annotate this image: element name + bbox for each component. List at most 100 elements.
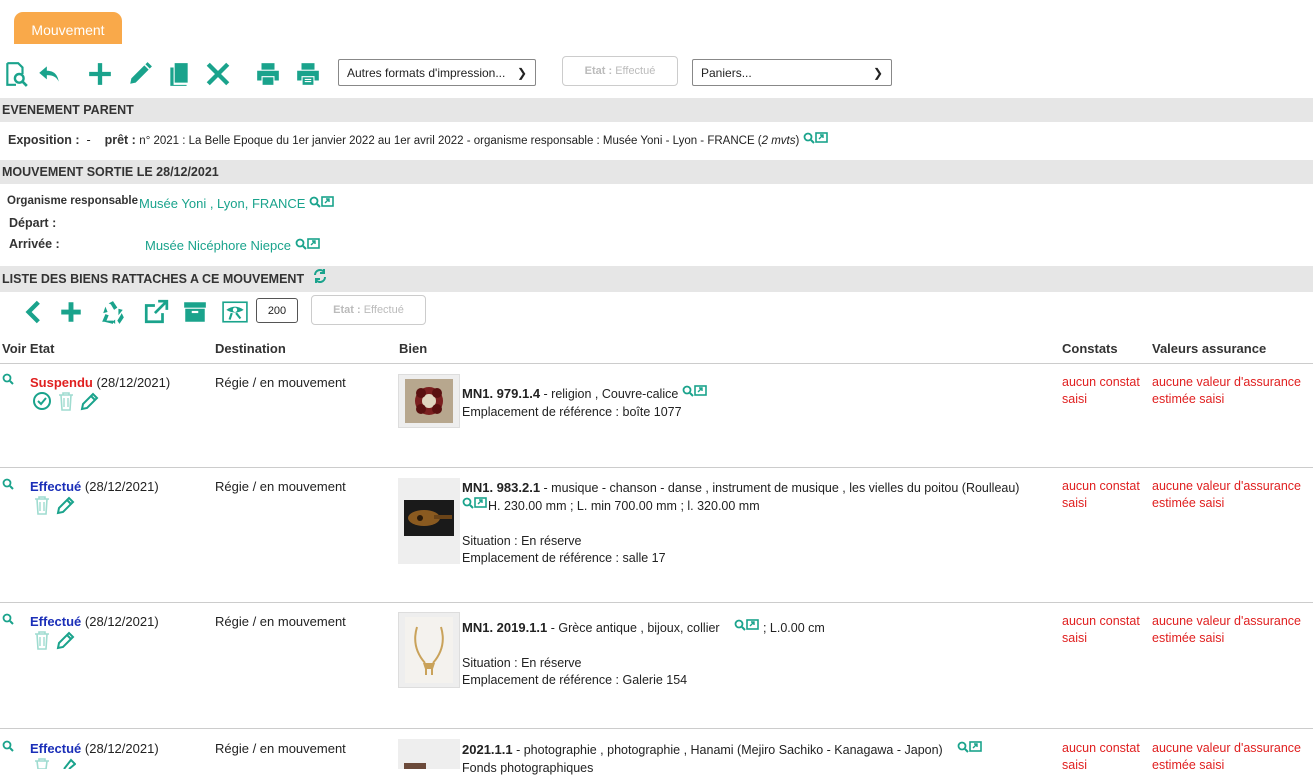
col-voir-etat: Voir Etat bbox=[2, 341, 55, 356]
search-open-icon[interactable] bbox=[295, 238, 321, 255]
depart-label: Départ : bbox=[9, 216, 57, 230]
pret-label: prêt : bbox=[104, 132, 136, 147]
inventory-number[interactable]: MN1. 983.2.1 bbox=[462, 480, 540, 495]
bien-description: - musique - chanson - danse , instrument… bbox=[540, 481, 1020, 495]
status-date: (28/12/2021) bbox=[84, 614, 159, 629]
print-alt-icon[interactable] bbox=[294, 60, 322, 88]
validate-check-icon[interactable] bbox=[32, 391, 52, 414]
thumbnail-image[interactable] bbox=[398, 478, 460, 564]
edit-pencil-icon[interactable] bbox=[80, 391, 100, 414]
back-arrow-icon[interactable] bbox=[35, 60, 63, 88]
status-cell: Suspendu (28/12/2021) bbox=[30, 375, 170, 390]
destination-cell: Régie / en mouvement bbox=[215, 741, 346, 756]
copy-icon[interactable] bbox=[165, 60, 193, 88]
print-icon[interactable] bbox=[254, 60, 282, 88]
organisme-value: Musée Yoni , Lyon, FRANCE bbox=[139, 196, 306, 211]
constat-text: aucun constat bbox=[1062, 741, 1140, 755]
constat-cell: aucun constat saisi bbox=[1062, 478, 1140, 512]
arrivee-link[interactable]: Musée Nicéphore Niepce bbox=[145, 238, 321, 255]
bien-description: - Grèce antique , bijoux, collier bbox=[547, 621, 720, 635]
situation-text: Situation : En réserve bbox=[462, 656, 582, 671]
pret-text: n° 2021 : La Belle Epoque du 1er janvier… bbox=[139, 134, 762, 147]
view-search-icon[interactable] bbox=[2, 478, 14, 493]
destination-cell: Régie / en mouvement bbox=[215, 614, 346, 629]
emplacement-text: Emplacement de référence : salle 17 bbox=[462, 551, 666, 565]
page-size-input[interactable]: 200 bbox=[256, 298, 298, 323]
search-open-icon[interactable] bbox=[734, 619, 760, 638]
liste-header: LISTE DES BIENS RATTACHES A CE MOUVEMENT bbox=[2, 272, 305, 286]
liste-etat-label: Etat : bbox=[333, 304, 361, 316]
external-link-icon[interactable] bbox=[142, 298, 170, 326]
valeur-cell: aucune valeur d'assurance estimée saisi bbox=[1152, 613, 1301, 647]
constat-text-2: saisi bbox=[1062, 631, 1088, 645]
thumbnail-image[interactable] bbox=[398, 374, 460, 428]
trash-icon[interactable] bbox=[33, 630, 51, 653]
col-valeurs-assurance: Valeurs assurance bbox=[1152, 341, 1267, 356]
archive-box-icon[interactable] bbox=[181, 298, 209, 326]
valeur-text-2: estimée saisi bbox=[1152, 496, 1225, 510]
add-icon[interactable] bbox=[57, 298, 85, 326]
view-search-icon[interactable] bbox=[2, 613, 14, 628]
view-search-icon[interactable] bbox=[2, 740, 14, 755]
edit-pencil-icon[interactable] bbox=[126, 60, 154, 88]
view-search-icon[interactable] bbox=[2, 373, 14, 388]
previous-chevron-icon[interactable] bbox=[20, 298, 48, 326]
trash-icon[interactable] bbox=[33, 495, 51, 518]
row-divider bbox=[0, 467, 1313, 468]
recycle-icon[interactable] bbox=[99, 298, 127, 326]
organisme-link[interactable]: Musée Yoni , Lyon, FRANCE bbox=[139, 196, 335, 213]
preview-search-icon[interactable] bbox=[2, 60, 30, 88]
bien-cell: MN1. 979.1.4 - religion , Couvre-calice … bbox=[462, 385, 708, 421]
tab-mouvement[interactable]: Mouvement bbox=[14, 12, 122, 44]
constat-text-2: saisi bbox=[1062, 496, 1088, 510]
delete-x-icon[interactable] bbox=[204, 60, 232, 88]
paniers-select[interactable]: Paniers... ❯ bbox=[692, 59, 892, 86]
eye-of-horus-icon[interactable] bbox=[221, 298, 249, 326]
col-destination: Destination bbox=[215, 341, 286, 356]
search-open-icon[interactable] bbox=[309, 196, 335, 213]
bien-cell: MN1. 983.2.1 - musique - chanson - danse… bbox=[462, 479, 1019, 567]
status-cell: Effectué (28/12/2021) bbox=[30, 741, 159, 756]
search-open-icon[interactable] bbox=[462, 497, 488, 516]
bien-description: - religion , Couvre-calice bbox=[540, 387, 679, 401]
fonds-text: Fonds photographiques bbox=[462, 761, 594, 776]
valeur-text: aucune valeur d'assurance bbox=[1152, 741, 1302, 755]
status-cell: Effectué (28/12/2021) bbox=[30, 479, 159, 494]
situation-text: Situation : En réserve bbox=[462, 534, 582, 548]
search-open-icon[interactable] bbox=[682, 385, 708, 404]
section-evenement-parent: EVENEMENT PARENT bbox=[0, 98, 1313, 122]
search-open-icon[interactable] bbox=[803, 132, 829, 149]
etat-label: Etat : bbox=[584, 65, 613, 77]
trash-icon[interactable] bbox=[57, 391, 75, 414]
status-badge: Effectué bbox=[30, 614, 82, 629]
pret-close: ) bbox=[795, 134, 800, 147]
edit-pencil-icon[interactable] bbox=[56, 630, 76, 653]
thumbnail-image[interactable] bbox=[398, 612, 460, 688]
status-badge: Effectué bbox=[30, 479, 82, 494]
status-badge: Suspendu bbox=[30, 375, 93, 390]
constat-text-2: saisi bbox=[1062, 392, 1088, 406]
constat-text: aucun constat bbox=[1062, 614, 1140, 628]
etat-button[interactable]: Etat : Effectué bbox=[562, 56, 678, 86]
edit-pencil-icon[interactable] bbox=[56, 757, 77, 772]
exposition-label: Exposition : bbox=[8, 132, 80, 147]
trash-icon[interactable] bbox=[33, 757, 51, 772]
edit-pencil-icon[interactable] bbox=[56, 495, 76, 518]
liste-etat-button[interactable]: Etat : Effectué bbox=[311, 295, 426, 325]
dimensions-text: ; L.0.00 cm bbox=[759, 621, 825, 635]
add-icon[interactable] bbox=[86, 60, 114, 88]
chevron-down-icon: ❯ bbox=[872, 66, 883, 80]
exposition-value: - bbox=[86, 132, 91, 147]
valeur-text-2: estimée saisi bbox=[1152, 758, 1225, 772]
constat-text: aucun constat bbox=[1062, 479, 1140, 493]
inventory-number[interactable]: 2021.1.1 bbox=[462, 742, 513, 757]
refresh-icon[interactable] bbox=[312, 267, 328, 293]
thumbnail-image[interactable] bbox=[398, 739, 460, 769]
print-formats-select[interactable]: Autres formats d'impression... ❯ bbox=[338, 59, 536, 86]
etat-value: Effectué bbox=[615, 65, 656, 77]
constat-cell: aucun constat saisi bbox=[1062, 374, 1140, 408]
inventory-number[interactable]: MN1. 979.1.4 bbox=[462, 386, 540, 401]
section-liste-biens: LISTE DES BIENS RATTACHES A CE MOUVEMENT bbox=[0, 266, 1313, 292]
inventory-number[interactable]: MN1. 2019.1.1 bbox=[462, 620, 547, 635]
search-open-icon[interactable] bbox=[957, 741, 983, 760]
